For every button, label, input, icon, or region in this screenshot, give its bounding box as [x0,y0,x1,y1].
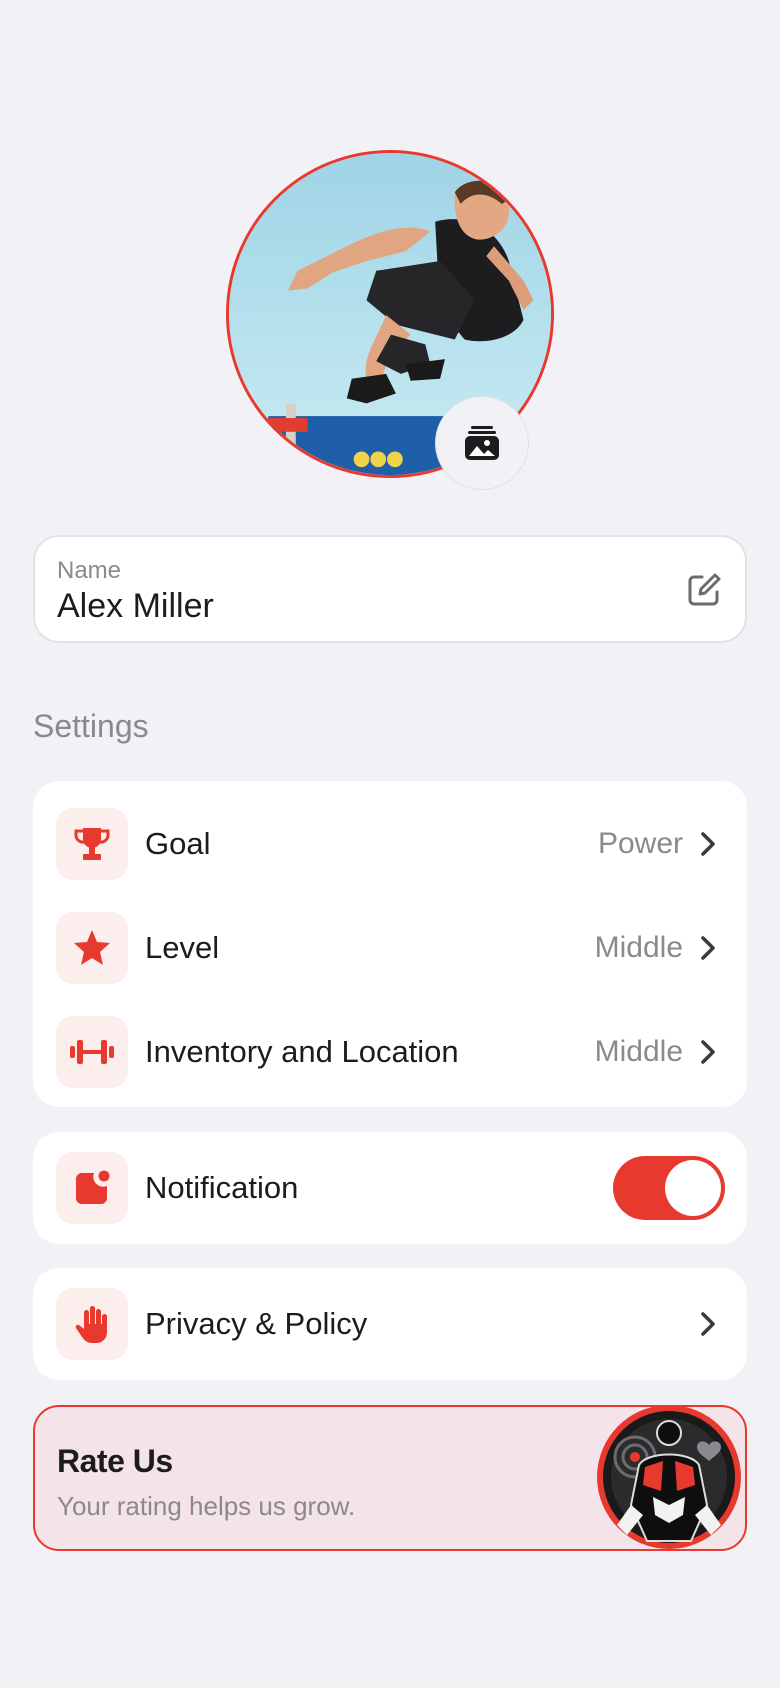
settings-item-inventory[interactable]: Inventory and Location Middle [33,1000,747,1104]
settings-item-goal[interactable]: Goal Power [33,792,747,896]
rate-us-card[interactable]: Rate Us Your rating helps us grow. [33,1405,747,1551]
notification-icon-tile [56,1152,128,1224]
privacy-card[interactable]: Privacy & Policy [33,1268,747,1380]
notification-toggle[interactable] [613,1156,725,1220]
level-icon-tile [56,912,128,984]
inventory-value: Middle [594,1035,683,1068]
privacy-icon-tile [56,1288,128,1360]
chevron-right-icon [701,832,715,856]
name-field[interactable]: Name Alex Miller [33,535,747,643]
goal-icon-tile [56,808,128,880]
rate-us-subtitle: Your rating helps us grow. [57,1491,356,1521]
notification-label: Notification [145,1170,299,1205]
star-icon [74,930,110,965]
settings-card: Goal Power Level Middle Inventory and Lo… [33,781,747,1107]
chevron-right-icon [701,1040,715,1064]
chevron-right-icon [701,936,715,960]
rate-us-title: Rate Us [57,1443,173,1479]
trophy-icon [74,828,110,860]
inventory-label: Inventory and Location [145,1034,459,1069]
name-value: Alex Miller [57,587,214,625]
fitness-logo-icon [597,1407,741,1549]
dumbbell-icon [70,1040,114,1064]
inventory-icon-tile [56,1016,128,1088]
goal-label: Goal [145,826,211,861]
change-photo-button[interactable] [435,396,529,490]
notification-badge-icon [76,1170,110,1204]
goal-value: Power [597,827,683,860]
settings-section-title: Settings [33,708,149,744]
toggle-knob [665,1160,721,1216]
notification-card: Notification [33,1132,747,1244]
privacy-label: Privacy & Policy [145,1306,368,1341]
hand-icon [75,1306,107,1343]
edit-icon[interactable] [687,573,721,607]
level-value: Middle [594,931,683,964]
photo-stack-icon [465,426,499,460]
settings-item-level[interactable]: Level Middle [33,896,747,1000]
name-label: Name [57,557,122,584]
level-label: Level [145,930,220,965]
chevron-right-icon [701,1312,715,1336]
